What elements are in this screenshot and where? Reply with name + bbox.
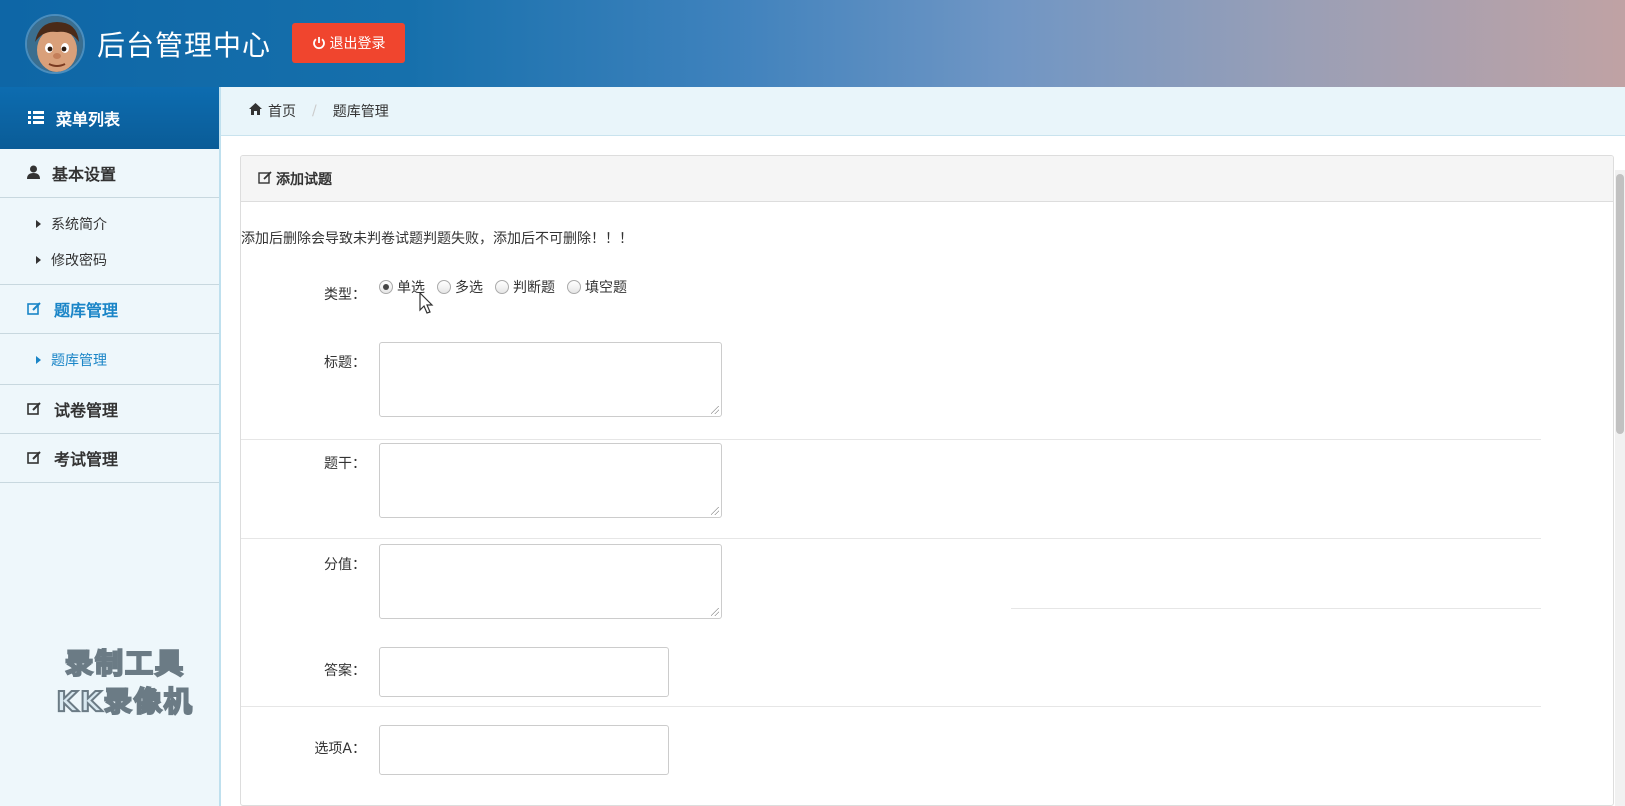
radio-label: 判断题	[513, 280, 555, 296]
caret-right-icon	[36, 256, 41, 264]
sidebar-item-exam-manage[interactable]: 考试管理	[0, 434, 219, 483]
title-label: 标题：	[324, 355, 366, 371]
logout-label: 退出登录	[329, 36, 386, 52]
sidebar-item-paper-manage[interactable]: 试卷管理	[0, 385, 219, 434]
sidebar-item-basic-settings[interactable]: 基本设置	[0, 149, 219, 198]
user-icon	[27, 164, 40, 183]
panel-title: 添加试题	[276, 171, 332, 188]
answer-input[interactable]	[379, 647, 669, 697]
menu-title: 菜单列表	[56, 110, 121, 129]
logout-button[interactable]: 退出登录	[292, 23, 405, 63]
panel-heading: 添加试题	[241, 156, 1613, 202]
title-textarea[interactable]	[379, 342, 722, 417]
caret-right-icon	[36, 356, 41, 364]
recorder-watermark: 录制工具 KK录像机	[40, 645, 210, 721]
app-title: 后台管理中心	[97, 29, 272, 62]
type-radio-group: 单选 多选 判断题 填空题	[379, 277, 635, 297]
resize-grip-icon[interactable]	[711, 406, 719, 414]
menu-header: 菜单列表	[0, 87, 219, 149]
row-divider	[241, 706, 1541, 707]
row-divider	[241, 439, 1541, 440]
edit-icon	[258, 170, 273, 188]
option-a-label: 选项A：	[314, 741, 366, 757]
radio-fill-blank[interactable]: 填空题	[567, 277, 627, 297]
edit-icon	[27, 449, 42, 468]
add-question-panel: 添加试题 添加后删除会导致未判卷试题判题失败，添加后不可删除！！！ 类型： 单选…	[240, 155, 1614, 806]
sidebar-item-question-bank-manage[interactable]: 题库管理	[0, 342, 219, 378]
radio-label: 多选	[455, 280, 483, 296]
breadcrumb: 首页 / 题库管理	[221, 87, 1625, 136]
radio-true-false[interactable]: 判断题	[495, 277, 555, 297]
edit-icon	[27, 300, 42, 319]
breadcrumb-separator: /	[312, 103, 317, 119]
watermark-line: 录制工具	[64, 646, 185, 681]
stem-label: 题干：	[324, 456, 366, 472]
row-divider	[1011, 608, 1541, 609]
score-label: 分值：	[324, 557, 366, 573]
sidebar-item-label: 基本设置	[52, 165, 117, 184]
sidebar-item-system-intro[interactable]: 系统简介	[0, 206, 219, 242]
sidebar-item-label: 考试管理	[54, 450, 119, 469]
sidebar-item-label: 题库管理	[54, 301, 119, 320]
avatar	[25, 14, 85, 74]
page-scrollbar[interactable]	[1615, 170, 1625, 806]
mouse-cursor-icon	[419, 291, 435, 316]
power-icon	[312, 36, 326, 50]
breadcrumb-current: 题库管理	[332, 104, 389, 120]
breadcrumb-home[interactable]: 首页	[268, 101, 296, 121]
score-textarea[interactable]	[379, 544, 722, 619]
row-divider	[241, 538, 1541, 539]
watermark-line: KK录像机	[55, 684, 194, 719]
radio-button[interactable]	[567, 280, 581, 294]
sidebar: 菜单列表 基本设置 系统简介 修改密码 题库管理 题库管理 试卷管理 考试管理 …	[0, 87, 221, 806]
option-a-input[interactable]	[379, 725, 669, 775]
submenu-question-bank: 题库管理	[0, 334, 219, 385]
stem-textarea[interactable]	[379, 443, 722, 518]
sidebar-item-label: 试卷管理	[54, 401, 119, 420]
submenu-basic-settings: 系统简介 修改密码	[0, 198, 219, 285]
list-icon	[28, 109, 44, 128]
answer-label: 答案：	[324, 663, 366, 679]
home-icon	[249, 103, 262, 119]
sidebar-item-change-password[interactable]: 修改密码	[0, 242, 219, 278]
radio-button[interactable]	[379, 280, 393, 294]
scrollbar-thumb[interactable]	[1616, 174, 1624, 434]
edit-icon	[27, 400, 42, 419]
sidebar-item-label: 修改密码	[51, 253, 107, 269]
warning-notice: 添加后删除会导致未判卷试题判题失败，添加后不可删除！！！	[241, 231, 633, 247]
caret-right-icon	[36, 220, 41, 228]
top-header: 后台管理中心 退出登录	[0, 0, 1625, 87]
radio-multiple-choice[interactable]: 多选	[437, 277, 483, 297]
sidebar-item-label: 题库管理	[51, 353, 107, 369]
radio-label: 填空题	[585, 280, 627, 296]
sidebar-item-label: 系统简介	[51, 217, 107, 233]
type-label: 类型：	[324, 287, 366, 303]
radio-button[interactable]	[495, 280, 509, 294]
sidebar-item-question-bank[interactable]: 题库管理	[0, 285, 219, 334]
resize-grip-icon[interactable]	[711, 608, 719, 616]
radio-button[interactable]	[437, 280, 451, 294]
resize-grip-icon[interactable]	[711, 507, 719, 515]
